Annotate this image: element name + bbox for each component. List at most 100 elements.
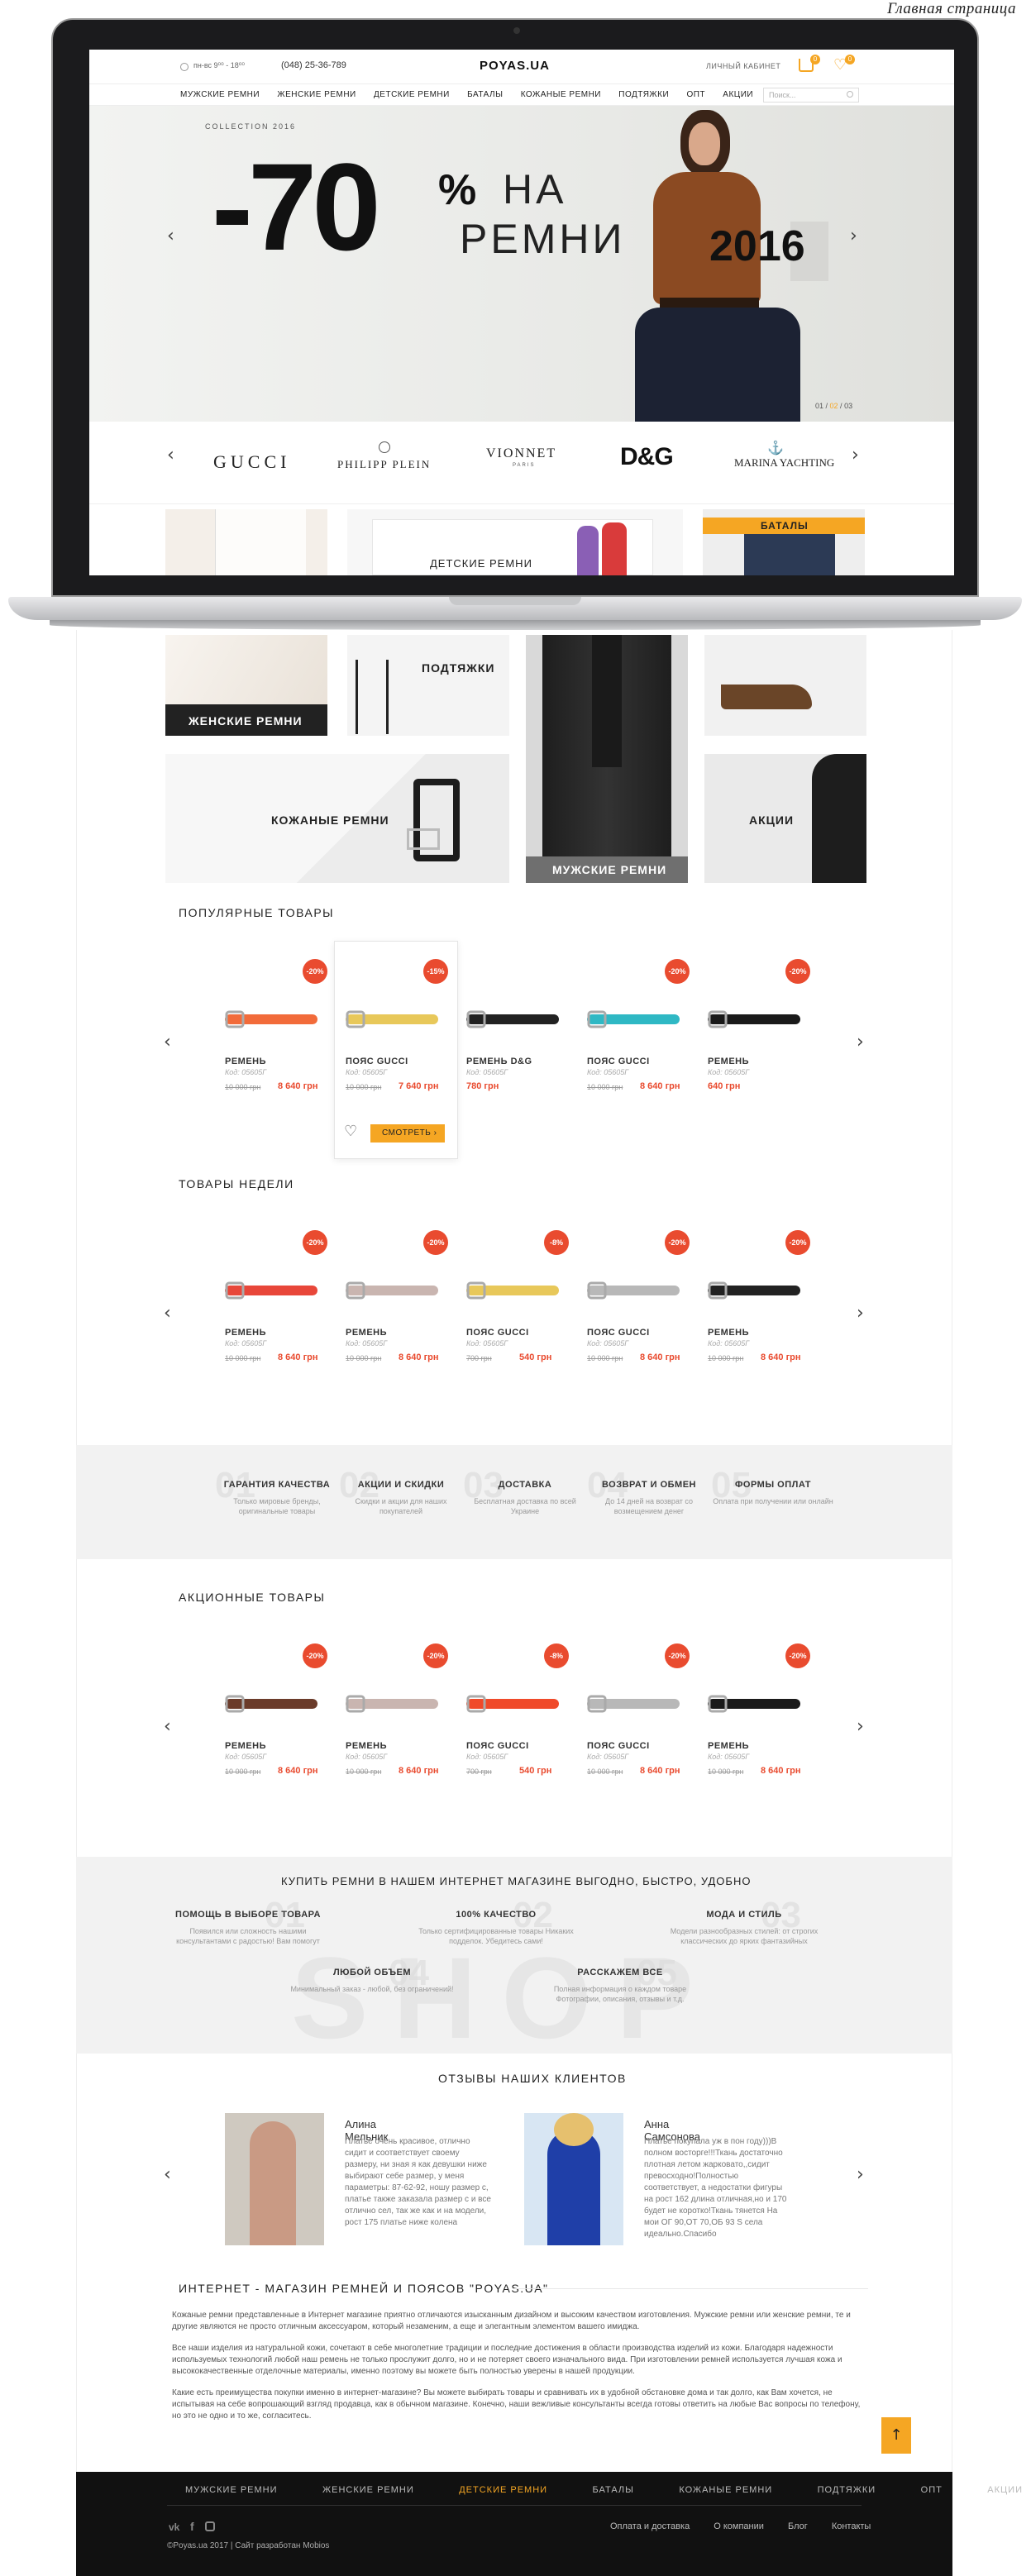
product-card[interactable]: РЕМЕНЬ D&G Код: 05605Г 780 грн xyxy=(458,951,574,1116)
product-image xyxy=(708,1695,800,1713)
product-code: Код: 05605Г xyxy=(466,1339,508,1348)
category-shoes[interactable] xyxy=(704,635,866,736)
leather-buckle xyxy=(407,828,440,850)
footer-nav-item[interactable]: ОПТ xyxy=(921,2485,943,2495)
brand-vionnet-sub: PARIS xyxy=(513,463,536,468)
wishlist-icon[interactable]: ♡ xyxy=(344,1123,357,1140)
product-card[interactable]: -20% РЕМЕНЬ Код: 05605Г 10 000 грн 8 640 грн xyxy=(699,1222,815,1387)
product-card[interactable]: -20% РЕМЕНЬ Код: 05605Г 10 000 грн 8 640 грн xyxy=(337,1635,453,1801)
brands-prev-arrow[interactable]: ‹ xyxy=(167,445,174,465)
footer-nav-item[interactable]: БАТАЛЫ xyxy=(593,2485,634,2495)
phone-number[interactable]: (048) 25-36-789 xyxy=(281,60,346,70)
hero-prev-arrow[interactable]: ‹ xyxy=(167,226,174,246)
brand-vionnet[interactable]: VIONNET xyxy=(486,446,556,461)
feature-item: 03 ДОСТАВКА Бесплатная доставка по всей … xyxy=(463,1465,587,1516)
product-price: 8 640 грн xyxy=(640,1352,680,1362)
women-shirt-shape xyxy=(215,509,306,575)
hero-discount: -70 xyxy=(212,137,381,276)
nav-item[interactable]: БАТАЛЫ xyxy=(467,90,503,99)
category-women-top[interactable] xyxy=(165,509,327,575)
footer-nav-item[interactable]: АКЦИИ xyxy=(987,2485,1023,2495)
product-name: РЕМЕНЬ xyxy=(708,1741,750,1751)
footer-link[interactable]: О компании xyxy=(714,2521,764,2531)
product-name: ПОЯС GUCCI xyxy=(587,1057,650,1066)
old-price: 700 грн xyxy=(466,1354,492,1362)
advantage-desc: Полная информация о каждом товаре Фотогр… xyxy=(553,1985,687,2003)
product-card[interactable]: -20% ПОЯС GUCCI Код: 05605Г 10 000 грн 8 640… xyxy=(579,951,694,1116)
footer-nav-item[interactable]: ДЕТСКИЕ РЕМНИ xyxy=(459,2485,547,2495)
hero-page-2[interactable]: 02 xyxy=(830,402,838,410)
category-kids[interactable]: ДЕТСКИЕ РЕМНИ xyxy=(347,509,683,575)
nav-item[interactable]: КОЖАНЫЕ РЕМНИ xyxy=(521,90,601,99)
product-code: Код: 05605Г xyxy=(225,1068,267,1076)
week-prev-arrow[interactable]: ‹ xyxy=(164,1303,171,1324)
reviews-row: Алина Мельник Платье очень красивое, отл… xyxy=(225,2113,853,2254)
nav-item[interactable]: МУЖСКИЕ РЕМНИ xyxy=(180,90,260,99)
see-button[interactable]: СМОТРЕТЬ › xyxy=(370,1124,445,1143)
product-card[interactable]: -8% ПОЯС GUCCI Код: 05605Г 700 грн 540 грн xyxy=(458,1222,574,1387)
brands-bar: ‹ GUCCI PHILIPP PLEIN VIONNET PARIS D&G … xyxy=(89,422,954,504)
product-card[interactable]: -8% ПОЯС GUCCI Код: 05605Г 700 грн 540 грн xyxy=(458,1635,574,1801)
footer-link[interactable]: Блог xyxy=(788,2521,808,2531)
product-card[interactable]: -20% РЕМЕНЬ Код: 05605Г 10 000 грн 8 640 грн xyxy=(217,1635,332,1801)
footer-nav-item[interactable]: МУЖСКИЕ РЕМНИ xyxy=(185,2485,278,2495)
reviews-next-arrow[interactable]: › xyxy=(857,2164,864,2185)
search-input[interactable]: Поиск... xyxy=(763,88,859,103)
product-card[interactable]: -20% РЕМЕНЬ Код: 05605Г 10 000 грн 8 640 грн xyxy=(699,1635,815,1801)
old-price: 10 000 грн xyxy=(587,1083,623,1091)
product-card[interactable]: -20% РЕМЕНЬ Код: 05605Г 10 000 грн 8 640 грн xyxy=(337,1222,453,1387)
review-text: Платье очень красивое, отлично сидит и с… xyxy=(345,2137,491,2227)
nav-item[interactable]: ДЕТСКИЕ РЕМНИ xyxy=(374,90,450,99)
product-card[interactable]: -20% ПОЯС GUCCI Код: 05605Г 10 000 грн 8 640… xyxy=(579,1222,694,1387)
account-link[interactable]: ЛИЧНЫЙ КАБИНЕТ xyxy=(706,62,780,70)
brand-gucci[interactable]: GUCCI xyxy=(213,451,290,473)
promo-prev-arrow[interactable]: ‹ xyxy=(164,1716,171,1737)
advantage-title: ПОМОЩЬ В ВЫБОРЕ ТОВАРА xyxy=(175,1910,321,1920)
product-name: РЕМЕНЬ xyxy=(708,1057,750,1066)
product-price: 540 грн xyxy=(519,1766,552,1776)
hero-page-1[interactable]: 01 xyxy=(815,402,823,410)
category-women[interactable]: ЖЕНСКИЕ РЕМНИ xyxy=(165,635,327,736)
footer-nav-item[interactable]: КОЖАНЫЕ РЕМНИ xyxy=(679,2485,772,2495)
product-image xyxy=(225,1010,317,1028)
category-batal[interactable]: БАТАЛЫ xyxy=(703,509,865,575)
category-leather[interactable]: КОЖАНЫЕ РЕМНИ xyxy=(165,754,509,883)
footer-nav-item[interactable]: ЖЕНСКИЕ РЕМНИ xyxy=(322,2485,414,2495)
product-card[interactable]: -20% РЕМЕНЬ Код: 05605Г 640 грн xyxy=(699,951,815,1116)
instagram-icon[interactable] xyxy=(205,2521,215,2531)
old-price: 10 000 грн xyxy=(225,1083,261,1091)
vk-icon[interactable]: vk xyxy=(169,2521,179,2533)
popular-prev-arrow[interactable]: ‹ xyxy=(164,1032,171,1052)
product-card[interactable]: -20% ПОЯС GUCCI Код: 05605Г 10 000 грн 8 640… xyxy=(579,1635,694,1801)
category-men[interactable]: МУЖСКИЕ РЕМНИ xyxy=(526,635,688,883)
category-sale[interactable]: АКЦИИ xyxy=(704,754,866,883)
category-men-label: МУЖСКИЕ РЕМНИ xyxy=(552,863,667,876)
reviews-prev-arrow[interactable]: ‹ xyxy=(164,2164,171,2185)
old-price: 10 000 грн xyxy=(708,1767,744,1776)
advantage-item: 05 РАССКАЖЕМ ВСЕ Полная информация о каж… xyxy=(537,1953,703,2004)
footer-link[interactable]: Оплата и доставка xyxy=(610,2521,690,2531)
nav-item[interactable]: АКЦИИ xyxy=(723,90,753,99)
footer-nav-item[interactable]: ПОДТЯЖКИ xyxy=(818,2485,876,2495)
category-suspenders[interactable]: ПОДТЯЖКИ xyxy=(347,635,509,736)
product-name: ПОЯС GUCCI xyxy=(466,1741,529,1751)
footer-link[interactable]: Контакты xyxy=(832,2521,871,2531)
site-logo[interactable]: POYAS.UA xyxy=(480,59,550,73)
nav-item[interactable]: ЖЕНСКИЕ РЕМНИ xyxy=(277,90,356,99)
product-card[interactable]: -20% РЕМЕНЬ Код: 05605Г 10 000 грн 8 640 грн xyxy=(217,951,332,1116)
brand-dg[interactable]: D&G xyxy=(620,443,674,471)
brand-marina-yachting[interactable]: MARINA YACHTING xyxy=(734,456,834,470)
discount-badge: -20% xyxy=(665,959,690,984)
product-name: РЕМЕНЬ xyxy=(346,1741,388,1751)
hero-next-arrow[interactable]: › xyxy=(850,226,857,246)
nav-item[interactable]: ПОДТЯЖКИ xyxy=(618,90,669,99)
brand-philipp-plein[interactable]: PHILIPP PLEIN xyxy=(337,458,431,471)
scroll-top-button[interactable]: ↑ xyxy=(881,2417,911,2454)
hero-page-3[interactable]: 03 xyxy=(844,402,852,410)
product-price: 8 640 грн xyxy=(761,1352,801,1362)
brands-next-arrow[interactable]: › xyxy=(852,445,859,465)
product-card[interactable]: -20% РЕМЕНЬ Код: 05605Г 10 000 грн 8 640 грн xyxy=(217,1222,332,1387)
nav-item[interactable]: ОПТ xyxy=(686,90,705,99)
product-image xyxy=(466,1010,559,1028)
facebook-icon[interactable]: f xyxy=(190,2520,194,2533)
